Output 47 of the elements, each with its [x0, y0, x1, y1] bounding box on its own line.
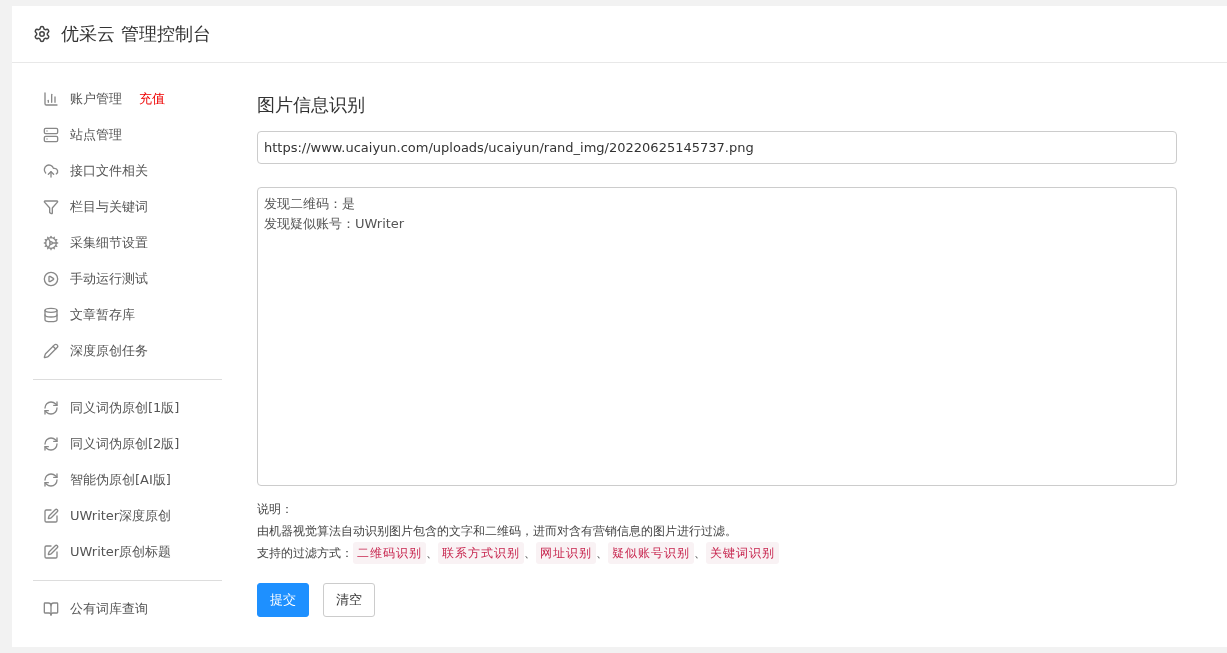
play-icon	[43, 271, 59, 287]
sidebar-link[interactable]: 手动运行测试	[70, 270, 148, 288]
sidebar-link[interactable]: UWriter深度原创	[70, 507, 172, 525]
settings-icon	[33, 25, 51, 43]
methods-label: 支持的过滤方式：	[257, 545, 353, 562]
gear-icon	[43, 235, 59, 251]
sidebar-link[interactable]: 同义词伪原创[2版]	[70, 435, 180, 453]
edit-icon	[43, 544, 59, 560]
notes-description: 由机器视觉算法自动识别图片包含的文字和二维码，进而对含有营销信息的图片进行过滤。	[257, 523, 737, 540]
refresh-icon	[43, 400, 59, 416]
refresh-icon	[43, 436, 59, 452]
sidebar-link[interactable]: 站点管理	[70, 126, 122, 144]
notes-heading: 说明：	[257, 502, 293, 516]
database-icon	[43, 307, 59, 323]
page-title: 图片信息识别	[257, 93, 366, 117]
edit-icon	[43, 508, 59, 524]
filter-method-tag: 网址识别	[536, 542, 596, 564]
separator: 、	[426, 545, 438, 562]
separator: 、	[524, 545, 536, 562]
filter-method-tag: 联系方式识别	[438, 542, 524, 564]
sidebar-link[interactable]: 采集细节设置	[70, 234, 148, 252]
cloud-upload-icon	[43, 163, 59, 179]
bar-chart-icon	[43, 91, 59, 107]
clear-button[interactable]: 清空	[323, 583, 375, 617]
sidebar-link[interactable]: UWriter原创标题	[70, 543, 172, 561]
result-box[interactable]: 发现二维码：是 发现疑似账号：UWriter	[257, 187, 1177, 486]
pencil-icon	[43, 343, 59, 359]
sidebar-link[interactable]: 公有词库查询	[70, 600, 148, 618]
filter-method-tag: 关键词识别	[706, 542, 779, 564]
filter-icon	[43, 199, 59, 215]
sidebar-link[interactable]: 深度原创任务	[70, 342, 148, 360]
header-title: 优采云 管理控制台	[61, 22, 211, 46]
separator: 、	[596, 545, 608, 562]
sidebar-link[interactable]: 接口文件相关	[70, 162, 148, 180]
sidebar-link[interactable]: 同义词伪原创[1版]	[70, 399, 180, 417]
filter-method-tag: 疑似账号识别	[608, 542, 694, 564]
sidebar-link[interactable]: 智能伪原创[AI版]	[70, 471, 171, 489]
refresh-icon	[43, 472, 59, 488]
sidebar-link[interactable]: 栏目与关键词	[70, 198, 148, 216]
filter-method-tag: 二维码识别	[353, 542, 426, 564]
sidebar-link[interactable]: 账户管理	[70, 90, 122, 108]
recharge-link[interactable]: 充值	[139, 90, 165, 108]
book-icon	[43, 601, 59, 617]
server-icon	[43, 127, 59, 143]
separator: 、	[694, 545, 706, 562]
url-field[interactable]: https://www.ucaiyun.com/uploads/ucaiyun/rand_img/20220625145737.png	[257, 131, 1177, 164]
sidebar-link[interactable]: 文章暂存库	[70, 306, 135, 324]
